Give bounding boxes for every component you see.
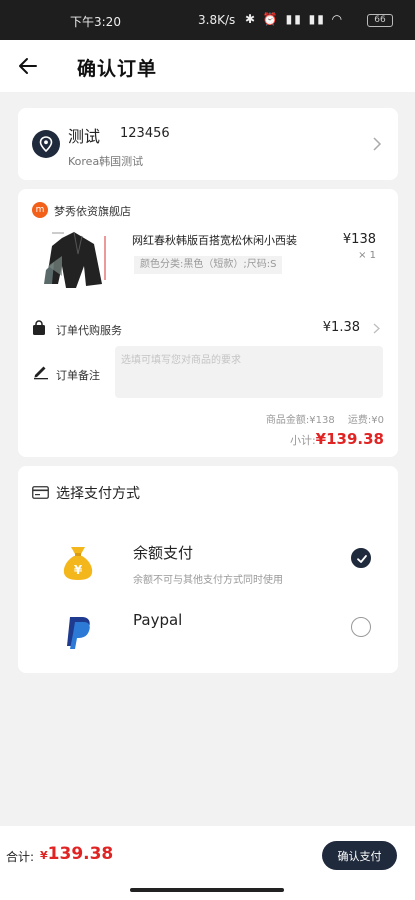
- order-card: m 梦秀依资旗舰店 网红春秋韩版百搭宽松休闲小西装 颜色分类:黑色（短款）;尺码…: [18, 189, 398, 457]
- payment-title: 选择支付方式: [56, 486, 140, 502]
- shop-logo-icon: m: [32, 202, 48, 218]
- status-time: 下午3:20: [70, 15, 121, 29]
- chevron-right-icon[interactable]: [373, 323, 380, 334]
- money-bag-icon: ¥: [63, 547, 93, 580]
- radio-checked[interactable]: [351, 548, 371, 568]
- total-label: 合计:: [6, 850, 35, 864]
- credit-card-icon: [32, 486, 49, 499]
- note-input[interactable]: [115, 346, 383, 398]
- service-label: 订单代购服务: [56, 324, 122, 337]
- check-icon: [357, 555, 367, 563]
- arrow-left-icon: [19, 58, 37, 74]
- address-line: Korea韩国测试: [68, 155, 144, 168]
- service-price: ¥1.38: [322, 320, 360, 335]
- shop-name: 梦秀依资旗舰店: [54, 205, 131, 218]
- status-icons: ✱ ⏰ ▮▮ ▮▮ ◠: [245, 12, 345, 26]
- payment-card: 选择支付方式 ¥ 余额支付 余额不可与其他支付方式同时使用 Paypal: [18, 466, 398, 673]
- recipient-phone: 123456: [120, 126, 170, 141]
- battery-icon: 66: [367, 14, 393, 27]
- product-image: [32, 226, 118, 290]
- location-pin-icon: [32, 130, 60, 158]
- chevron-right-icon: [373, 137, 382, 151]
- note-label: 订单备注: [56, 369, 100, 382]
- payment-option-paypal[interactable]: Paypal: [18, 606, 398, 666]
- bottom-bar: 合计: ¥139.38 确认支付: [0, 826, 415, 900]
- page-title: 确认订单: [77, 58, 158, 80]
- svg-text:¥: ¥: [74, 563, 83, 577]
- status-bar: 下午3:20 3.8K/s ✱ ⏰ ▮▮ ▮▮ ◠ 66: [0, 0, 415, 40]
- paypal-icon: [67, 617, 90, 649]
- radio-unchecked[interactable]: [351, 617, 371, 637]
- subtotal-label: 小计:: [289, 434, 316, 447]
- total-value: ¥139.38: [40, 844, 113, 864]
- network-speed: 3.8K/s: [198, 13, 236, 27]
- subtotal-value: ¥139.38: [315, 430, 384, 448]
- pencil-icon: [34, 366, 48, 380]
- shipping-fee: 运费:¥0: [347, 415, 384, 426]
- total-amount: 139.38: [47, 844, 114, 864]
- product-quantity: × 1: [358, 250, 376, 261]
- back-button[interactable]: [14, 52, 42, 80]
- payment-option-name: Paypal: [133, 611, 183, 629]
- title-bar: 确认订单: [0, 40, 415, 92]
- amount-breakdown: 商品金额:¥138 运费:¥0: [256, 411, 384, 426]
- product-sku: 颜色分类:黑色（短款）;尺码:S: [134, 256, 283, 274]
- confirm-payment-button[interactable]: 确认支付: [322, 841, 397, 870]
- recipient-name: 测试: [68, 127, 101, 146]
- address-card[interactable]: 测试 123456 Korea韩国测试: [18, 108, 398, 180]
- payment-option-balance[interactable]: ¥ 余额支付 余额不可与其他支付方式同时使用: [18, 537, 398, 597]
- product-price: ¥138: [342, 232, 376, 247]
- shopping-bag-icon: [33, 320, 45, 335]
- subtotal: 小计:¥139.38: [290, 430, 384, 448]
- goods-amount: 商品金额:¥138: [265, 415, 335, 426]
- payment-option-note: 余额不可与其他支付方式同时使用: [133, 575, 283, 586]
- product-title: 网红春秋韩版百搭宽松休闲小西装: [132, 234, 297, 247]
- total-currency: ¥: [40, 849, 48, 862]
- home-indicator[interactable]: [130, 888, 284, 892]
- payment-option-name: 余额支付: [133, 544, 194, 562]
